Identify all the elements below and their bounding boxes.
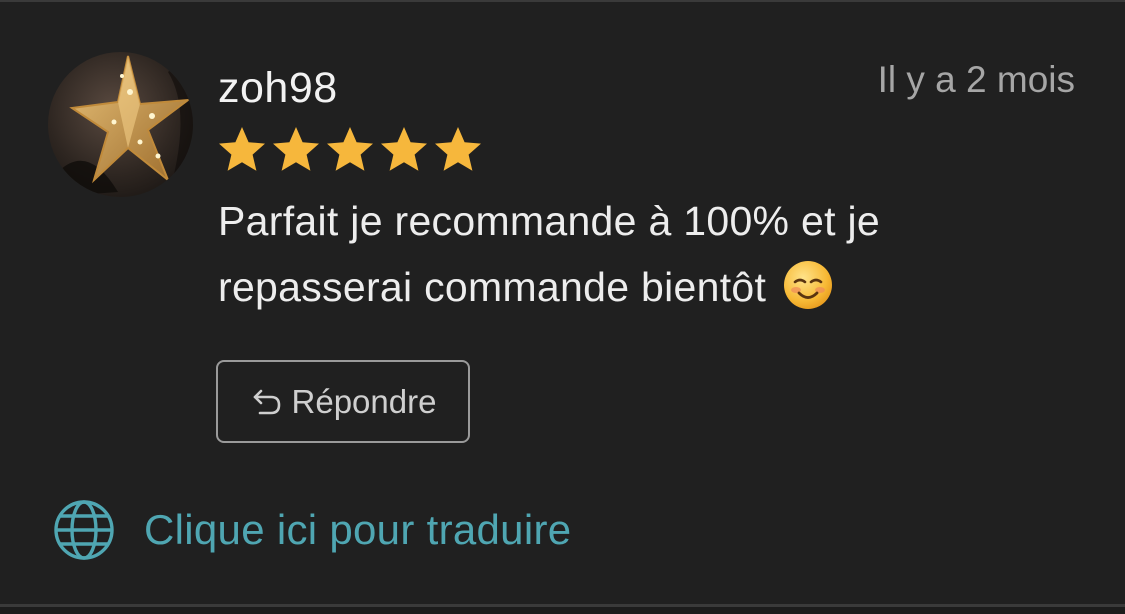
translate-link-label[interactable]: Clique ici pour traduire — [144, 506, 571, 554]
review-text-line-1: Parfait je recommande à 100% et je — [218, 198, 880, 244]
username[interactable]: zoh98 — [218, 60, 338, 116]
smiling-face-icon — [783, 261, 832, 309]
review-text-line-2: repasserai commande bientôt — [218, 264, 767, 310]
reply-arrow-icon — [253, 389, 280, 414]
reply-button[interactable]: Répondre — [216, 360, 470, 443]
translate-link[interactable]: Clique ici pour traduire — [52, 498, 571, 562]
reply-button-label: Répondre — [291, 382, 437, 420]
star-icon — [273, 127, 319, 171]
review-text: Parfait je recommande à 100% et je repas… — [218, 188, 1078, 320]
avatar[interactable] — [48, 52, 193, 197]
review-timestamp: Il y a 2 mois — [877, 59, 1075, 100]
star-icon — [327, 127, 373, 171]
review-card: zoh98 Il y a 2 mois Parfait je recommand… — [0, 0, 1125, 606]
star-lantern-avatar-image — [48, 52, 193, 197]
star-rating — [216, 124, 484, 178]
divider — [0, 604, 1125, 607]
globe-icon — [54, 500, 114, 560]
star-icon — [219, 127, 265, 171]
star-icon — [435, 127, 481, 171]
star-icon — [381, 127, 427, 171]
